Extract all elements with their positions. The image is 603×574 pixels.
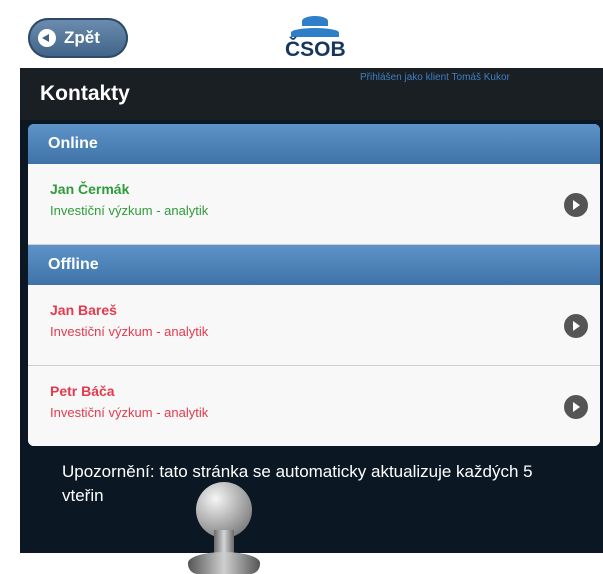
logo-wave-bottom bbox=[291, 28, 339, 37]
contact-name: Petr Báča bbox=[50, 383, 115, 399]
pushpin-image bbox=[178, 482, 270, 574]
contact-role: Investiční výzkum - analytik bbox=[50, 203, 209, 218]
csob-logo: ČSOB bbox=[285, 14, 346, 62]
top-bar: Zpět ČSOB bbox=[20, 8, 603, 68]
contact-name: Jan Bareš bbox=[50, 302, 117, 318]
contact-jan-cermak[interactable]: Jan Čermák Investiční výzkum - analytik bbox=[28, 164, 600, 245]
contact-petr-baca[interactable]: Petr Báča Investiční výzkum - analytik bbox=[28, 366, 600, 446]
contact-role: Investiční výzkum - analytik bbox=[50, 324, 209, 339]
logo-text: ČSOB bbox=[285, 38, 346, 61]
contact-role: Investiční výzkum - analytik bbox=[50, 405, 209, 420]
back-arrow-icon bbox=[38, 29, 56, 47]
contact-jan-bares[interactable]: Jan Bareš Investiční výzkum - analytik bbox=[28, 285, 600, 366]
group-header-offline: Offline bbox=[28, 245, 600, 285]
phone-screen: Zpět ČSOB Kontakty Přihlášen jako klient… bbox=[20, 8, 603, 553]
contact-name: Jan Čermák bbox=[50, 181, 130, 197]
logo-wave-top bbox=[302, 16, 328, 26]
pushpin-base bbox=[188, 552, 260, 574]
chevron-right-icon[interactable] bbox=[564, 193, 588, 217]
chevron-right-icon[interactable] bbox=[564, 395, 588, 419]
auto-refresh-notice: Upozornění: tato stránka se automaticky … bbox=[62, 462, 533, 505]
back-button-label: Zpět bbox=[64, 28, 100, 47]
page-header: Kontakty Přihlášen jako klient Tomáš Kuk… bbox=[20, 68, 603, 120]
page-title: Kontakty bbox=[40, 82, 130, 105]
group-header-online: Online bbox=[28, 124, 600, 164]
chevron-right-icon[interactable] bbox=[564, 314, 588, 338]
logged-user-info: Přihlášen jako klient Tomáš Kukor bbox=[360, 72, 510, 83]
back-button[interactable]: Zpět bbox=[28, 18, 128, 58]
contact-list: Online Jan Čermák Investiční výzkum - an… bbox=[28, 124, 600, 446]
page: Zpět ČSOB Kontakty Přihlášen jako klient… bbox=[0, 0, 603, 574]
